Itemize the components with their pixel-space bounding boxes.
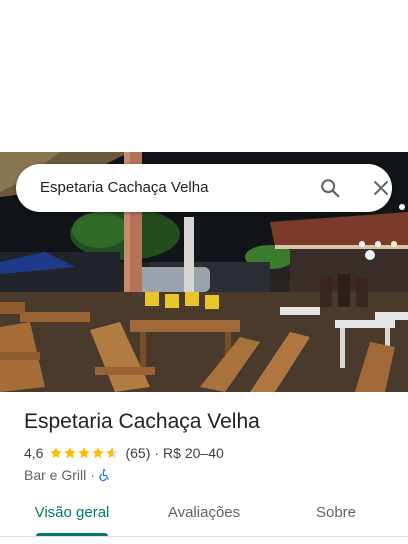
- place-tabs: Visão geral Avaliações Sobre: [0, 496, 408, 537]
- rating-value: 4,6: [24, 445, 44, 461]
- close-icon[interactable]: [369, 176, 393, 200]
- category-label: Bar e Grill: [24, 467, 87, 483]
- map-blank-area: [0, 0, 408, 152]
- price-range: R$ 20–40: [163, 445, 224, 461]
- separator-dot: ·: [90, 467, 95, 483]
- half-star-icon: [105, 446, 119, 460]
- star-icon: [77, 446, 91, 460]
- category-row: Bar e Grill ·: [24, 466, 394, 484]
- review-count: (65): [125, 445, 151, 461]
- star-icon: [63, 446, 77, 460]
- tab-reviews[interactable]: Avaliações: [152, 496, 256, 536]
- star-rating: [49, 446, 119, 460]
- search-input[interactable]: Espetaria Cachaça Velha: [40, 164, 208, 212]
- tabs-divider: [0, 536, 408, 537]
- tab-about[interactable]: Sobre: [288, 496, 384, 536]
- separator-dot: ·: [154, 445, 160, 461]
- rating-row[interactable]: 4,6 (65) · R$ 20–40: [24, 444, 394, 462]
- star-icon: [91, 446, 105, 460]
- search-bar[interactable]: Espetaria Cachaça Velha: [16, 164, 392, 212]
- search-icon[interactable]: [318, 176, 342, 200]
- place-info: Espetaria Cachaça Velha 4,6 (65) · R$ 20…: [24, 408, 394, 484]
- star-icon: [49, 446, 63, 460]
- tab-overview[interactable]: Visão geral: [20, 496, 124, 536]
- place-title: Espetaria Cachaça Velha: [24, 410, 260, 433]
- wheelchair-icon: [97, 468, 111, 482]
